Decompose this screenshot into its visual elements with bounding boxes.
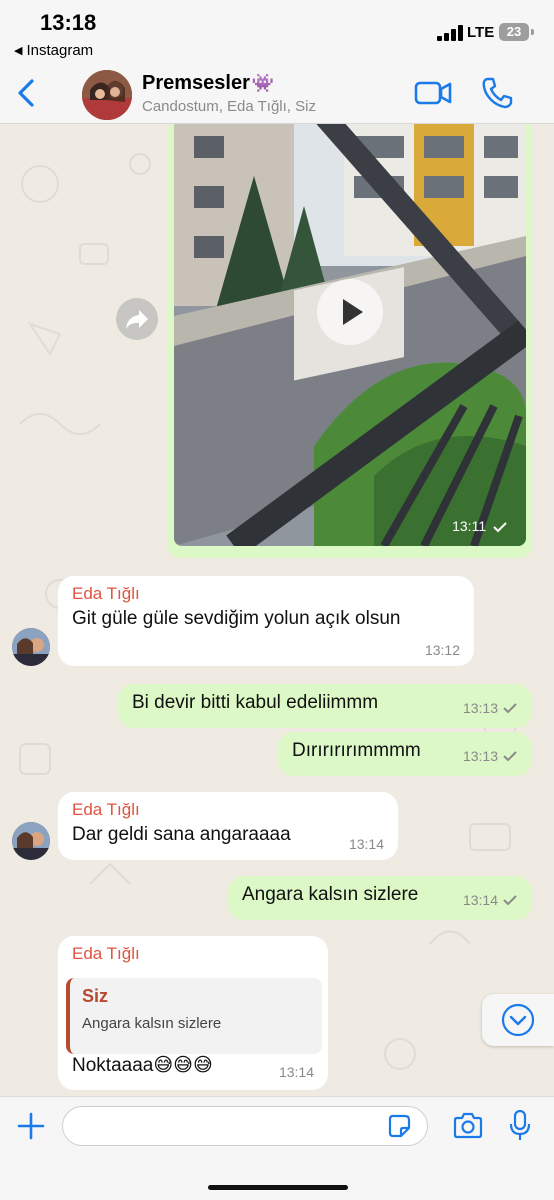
back-to-app-link[interactable]: ◀ Instagram	[14, 42, 93, 59]
reply-message-bubble[interactable]: Eda Tığlı Siz Angara kalsın sizlere Nokt…	[58, 936, 328, 1090]
message-text: Dar geldi sana angaraaaa	[72, 824, 291, 845]
chat-participants: Candostum, Eda Tığlı, Siz	[142, 98, 316, 115]
play-button[interactable]	[317, 279, 383, 345]
chat-title-emoji: 👾	[251, 73, 275, 93]
message-text: Git güle güle sevdiğim yolun açık olsun	[72, 608, 401, 629]
message-bubble[interactable]: Dırırırırımmmm 13:13	[278, 732, 532, 776]
plus-icon[interactable]	[16, 1111, 46, 1141]
phone-icon[interactable]	[481, 76, 513, 110]
chat-title-text: Premsesler	[142, 72, 250, 94]
sender-name: Eda Tığlı	[72, 944, 140, 963]
back-app-label: Instagram	[26, 42, 94, 59]
check-icon	[503, 751, 517, 762]
quoted-sender: Siz	[82, 986, 109, 1006]
message-time: 13:14	[278, 1064, 314, 1080]
message-text: Bi devir bitti kabul edeliimmm	[132, 692, 379, 713]
sender-name: Eda Tığlı	[72, 584, 140, 603]
avatar[interactable]	[12, 822, 50, 860]
message-time: 13:13	[462, 700, 498, 716]
message-bubble[interactable]: Bi devir bitti kabul edeliimmm 13:13	[118, 684, 532, 728]
message-input[interactable]	[62, 1106, 428, 1146]
battery-tip	[531, 29, 534, 35]
message-time: 13:12	[424, 642, 460, 658]
message-meta: 13:13	[463, 748, 518, 764]
play-icon	[343, 299, 363, 325]
message-text: Noktaaaa😅😅😅	[72, 1055, 213, 1076]
status-time: 13:18	[40, 10, 97, 35]
forward-icon	[126, 310, 148, 329]
forward-button[interactable]	[116, 298, 158, 340]
chevron-down-icon	[501, 1003, 535, 1037]
check-icon	[493, 522, 507, 533]
message-bubble[interactable]: Angara kalsın sizlere 13:14	[228, 876, 532, 920]
message-bubble[interactable]: Eda Tığlı Git güle güle sevdiğim yolun a…	[58, 576, 474, 666]
chat-area[interactable]: 13:11 Eda Tığlı Git güle güle sevdiğim y…	[0, 124, 554, 1096]
input-bar	[0, 1096, 554, 1200]
signal-icon	[437, 25, 463, 41]
microphone-icon[interactable]	[508, 1109, 532, 1143]
sender-name: Eda Tığlı	[72, 800, 140, 819]
video-timestamp: 13:11	[452, 518, 508, 534]
message-time: 13:14	[348, 836, 384, 852]
quoted-message[interactable]: Siz Angara kalsın sizlere	[66, 978, 322, 1054]
message-bubble[interactable]: Eda Tığlı Dar geldi sana angaraaaa 13:14	[58, 792, 398, 860]
home-indicator	[208, 1185, 348, 1190]
video-call-icon[interactable]	[414, 78, 452, 108]
message-meta: 13:13	[463, 700, 518, 716]
message-time: 13:13	[462, 748, 498, 764]
chat-title[interactable]: Premsesler 👾	[142, 72, 274, 95]
message-time: 13:14	[462, 892, 498, 908]
network-label: LTE	[467, 24, 495, 41]
back-triangle-icon: ◀	[14, 45, 23, 57]
chat-header: Premsesler 👾 Candostum, Eda Tığlı, Siz	[0, 64, 554, 124]
camera-icon[interactable]	[452, 1111, 484, 1141]
check-icon	[503, 895, 517, 906]
video-message-bubble[interactable]: 13:11	[168, 124, 532, 558]
sticker-icon[interactable]	[386, 1113, 412, 1139]
status-bar: 13:18 ◀ Instagram LTE 23	[0, 0, 554, 64]
message-meta: 13:14	[463, 892, 518, 908]
quoted-text: Angara kalsın sizlere	[82, 1015, 222, 1032]
back-arrow-icon[interactable]	[12, 76, 42, 110]
avatar[interactable]	[12, 628, 50, 666]
group-avatar[interactable]	[82, 70, 132, 120]
check-icon	[503, 703, 517, 714]
video-thumbnail[interactable]: 13:11	[174, 124, 526, 546]
scroll-down-button[interactable]	[482, 994, 554, 1046]
battery-indicator: 23	[499, 23, 529, 41]
